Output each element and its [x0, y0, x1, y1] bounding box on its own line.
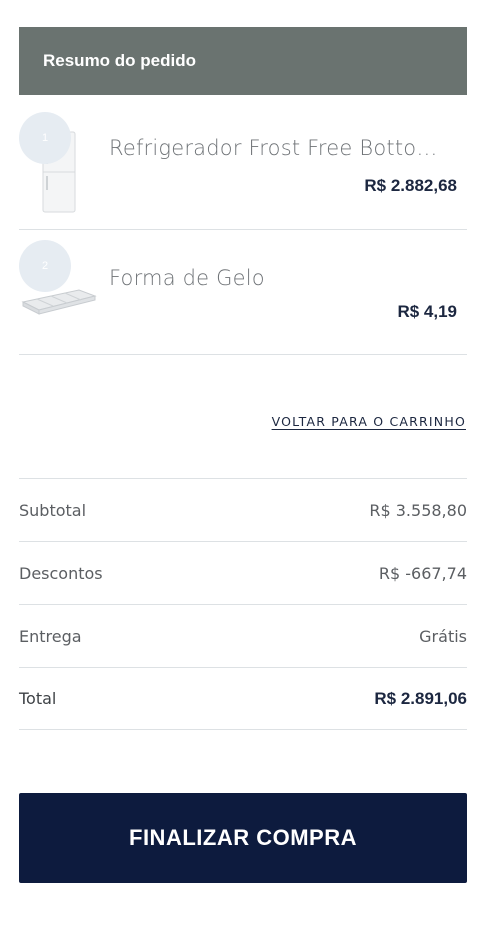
- quantity-badge: 1: [19, 112, 71, 164]
- discount-label: Descontos: [19, 563, 103, 583]
- total-label: Total: [19, 689, 57, 708]
- total-row: Total R$ 2.891,06: [19, 667, 467, 730]
- order-summary-title: Resumo do pedido: [43, 51, 196, 70]
- total-value: R$ 2.891,06: [374, 688, 467, 708]
- item-name: Refrigerador Frost Free Bottom Freezer: [109, 136, 454, 160]
- subtotal-label: Subtotal: [19, 500, 87, 520]
- cart-item: 2 Forma de Gelo R$ 4,19: [19, 230, 467, 355]
- subtotal-row: Subtotal R$ 3.558,80: [19, 478, 467, 541]
- checkout-button[interactable]: FINALIZAR COMPRA: [19, 793, 467, 883]
- delivery-row: Entrega Grátis: [19, 604, 467, 667]
- item-name: Forma de Gelo: [109, 266, 265, 290]
- delivery-label: Entrega: [19, 626, 82, 646]
- discount-value: R$ -667,74: [378, 563, 467, 583]
- delivery-value: Grátis: [419, 626, 467, 646]
- cart-item: 1 Refrigerador Frost Free Bottom Freezer…: [19, 100, 467, 230]
- back-to-cart-link[interactable]: VOLTAR PARA O CARRINHO: [272, 414, 466, 429]
- subtotal-value: R$ 3.558,80: [369, 500, 467, 520]
- discount-row: Descontos R$ -667,74: [19, 541, 467, 604]
- order-totals: Subtotal R$ 3.558,80 Descontos R$ -667,7…: [19, 478, 467, 730]
- quantity-badge: 2: [19, 240, 71, 292]
- item-price: R$ 4,19: [397, 302, 457, 321]
- item-price: R$ 2.882,68: [364, 176, 457, 195]
- order-summary-header: Resumo do pedido: [19, 27, 467, 95]
